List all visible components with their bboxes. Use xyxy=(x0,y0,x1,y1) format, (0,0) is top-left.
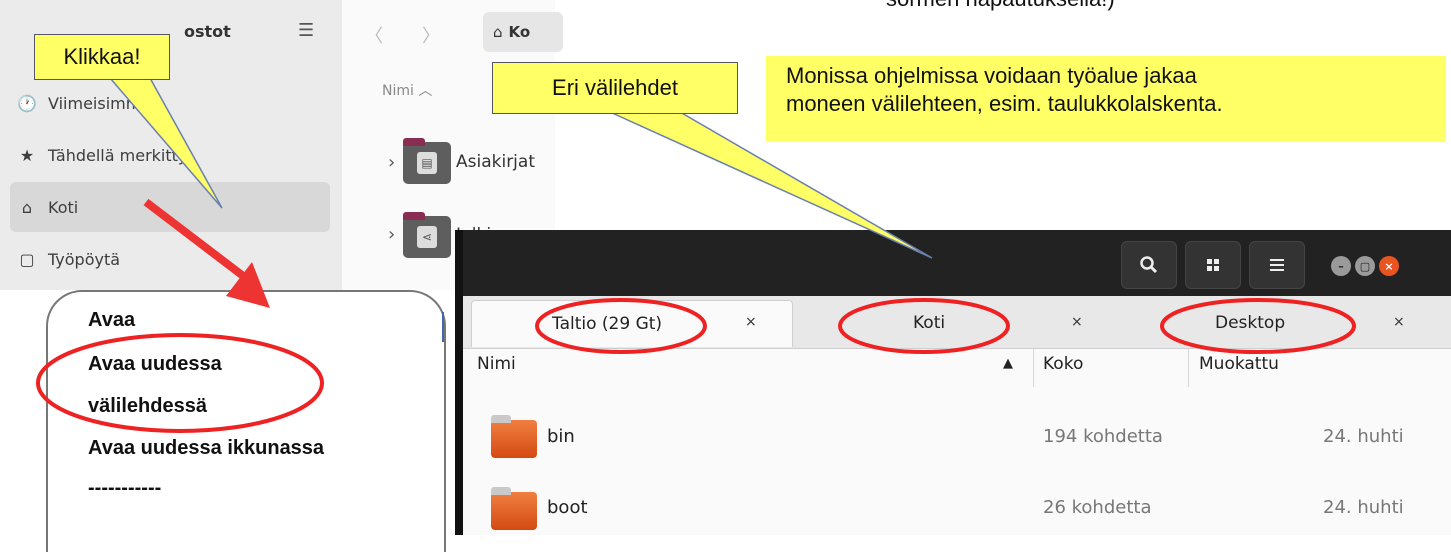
callout-tabs: Eri välilehdet xyxy=(492,62,738,114)
red-arrow-line xyxy=(143,198,258,289)
callout-info-line2: moneen välilehteen, esim. taulukkolalske… xyxy=(786,91,1223,116)
callout-click: Klikkaa! xyxy=(34,34,170,80)
callout-info-line1: Monissa ohjelmissa voidaan työalue jakaa xyxy=(786,63,1197,88)
klikkaa-pointer xyxy=(108,77,223,209)
callout-info: Monissa ohjelmissa voidaan työalue jakaa… xyxy=(766,56,1446,142)
highlight-tab-koti xyxy=(838,298,1010,354)
highlight-tab-desktop xyxy=(1160,298,1356,354)
highlight-open-new-tab xyxy=(36,333,324,433)
highlight-tab-taltio xyxy=(535,298,707,354)
